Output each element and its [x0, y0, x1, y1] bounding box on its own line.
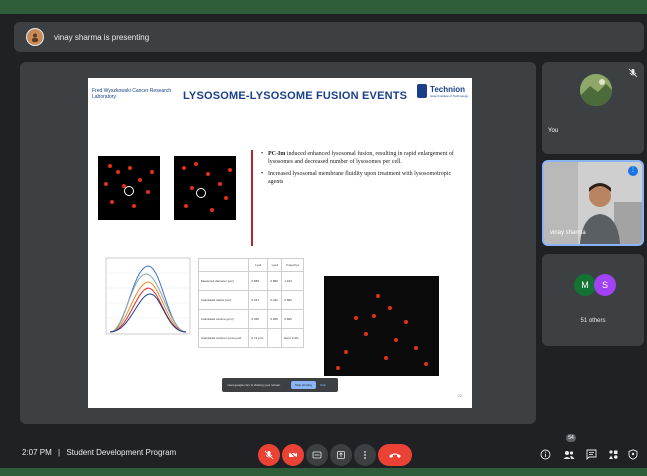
presentation-tile[interactable]: Fred Wyszkowski Cancer Research Laborato…	[20, 62, 536, 424]
fluorescence-profile-plot	[105, 257, 191, 335]
meeting-details-button[interactable]	[538, 447, 552, 461]
technion-name: Technion	[430, 84, 465, 94]
presenting-text: vinay sharma is presenting	[54, 32, 150, 42]
people-icon	[563, 450, 575, 459]
slide-header: Fred Wyszkowski Cancer Research Laborato…	[88, 78, 472, 110]
table-header-row: Lyo1 Lyo2 Fused lys	[197, 258, 304, 272]
captions-button[interactable]	[306, 444, 328, 466]
microscopy-image-2	[174, 156, 236, 220]
table-row: Calculated radius (μm) 0.441 0.441 0.582	[197, 290, 304, 310]
chat-icon	[586, 449, 596, 460]
microscopy-image-3	[324, 276, 439, 376]
lysosome-table: Lyo1 Lyo2 Fused lys Measured diameter (μ…	[197, 258, 304, 348]
toast-text: meet.google.com is sharing your screen.	[227, 383, 282, 387]
window-top-border	[0, 0, 647, 14]
avatar: S	[594, 274, 616, 296]
slide-bullets: PC-Im induced enhanced lysosomal fusion,…	[251, 150, 467, 246]
people-count-badge: 54	[566, 434, 576, 442]
technion-logo-icon	[417, 84, 428, 98]
lab-name: Fred Wyszkowski Cancer Research Laborato…	[92, 88, 172, 100]
host-controls-button[interactable]	[626, 447, 640, 461]
bottom-control-bar: 2:07 PM | Student Development Program 54	[0, 432, 647, 468]
info-separator: |	[58, 448, 61, 457]
hide-toast-button[interactable]: Hide	[320, 383, 326, 387]
chat-button[interactable]	[584, 447, 598, 461]
camera-toggle-button[interactable]	[282, 444, 304, 466]
stop-sharing-button[interactable]: Stop sharing	[291, 381, 316, 389]
avatar: M	[574, 274, 596, 296]
microscopy-image-1	[98, 156, 160, 220]
participant-tile-presenter[interactable]: ⋮ vinay sharma	[542, 160, 644, 246]
info-icon	[540, 449, 550, 459]
shield-icon	[628, 448, 638, 460]
present-now-button[interactable]	[330, 444, 352, 466]
mic-off-icon	[264, 450, 274, 460]
table-row: Calculated volume (μm³) 0.360 0.360 0.826	[197, 309, 304, 329]
presenter-label: vinay sharma	[550, 230, 586, 236]
presenter-avatar-icon	[26, 28, 44, 46]
you-label: You	[548, 128, 559, 134]
meet-window: vinay sharma is presenting Fred Wyszkows…	[0, 0, 647, 476]
table-row: Calculated volume Lyo1+Lyo2 0.72 μm³ Error…	[197, 328, 304, 348]
slide-page-number: 22	[457, 393, 462, 398]
slide-title: LYSOSOME-LYSOSOME FUSION EVENTS	[183, 90, 408, 102]
technion-logo: Technion Israel Institute of Technology	[417, 84, 468, 98]
technion-subtitle: Israel Institute of Technology	[430, 93, 468, 98]
activities-button[interactable]	[606, 447, 620, 461]
captions-icon	[312, 451, 322, 459]
participant-tile-you[interactable]: You	[542, 62, 644, 154]
more-options-button[interactable]	[354, 444, 376, 466]
camera-off-icon	[288, 450, 298, 460]
present-icon	[337, 451, 345, 459]
people-button[interactable]	[562, 447, 576, 461]
others-count: 51 others	[580, 318, 606, 324]
leave-call-button[interactable]	[378, 444, 412, 466]
mic-toggle-button[interactable]	[258, 444, 280, 466]
you-avatar	[580, 74, 612, 106]
table-row: Measured diameter (μm) 0.883 0.883 1.164	[197, 271, 304, 291]
screen-share-toast: meet.google.com is sharing your screen. …	[222, 378, 338, 392]
clock-time: 2:07 PM	[22, 448, 52, 457]
bullet-1: PC-Im induced enhanced lysosomal fusion,…	[261, 150, 467, 166]
hang-up-icon	[389, 453, 401, 458]
participant-tile-others[interactable]: M S 51 others	[542, 254, 644, 346]
bullet-2: Increased lysosomal membrane fluidity up…	[261, 170, 467, 186]
shared-slide: Fred Wyszkowski Cancer Research Laborato…	[88, 78, 472, 408]
more-vert-icon	[364, 451, 366, 459]
activities-icon	[608, 449, 618, 459]
window-bottom-border	[0, 468, 647, 476]
meeting-name: Student Development Program	[66, 448, 177, 457]
more-options-icon[interactable]: ⋮	[628, 166, 638, 176]
presenting-banner: vinay sharma is presenting	[14, 22, 644, 52]
meeting-info: 2:07 PM | Student Development Program	[22, 448, 176, 457]
mic-off-icon	[628, 68, 638, 78]
